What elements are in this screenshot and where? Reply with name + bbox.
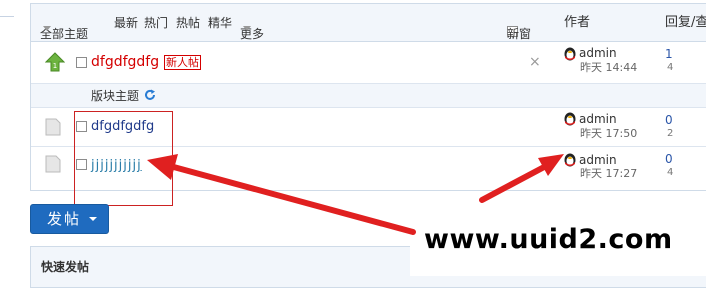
document-icon: [45, 155, 61, 173]
new-window-label: 新窗: [507, 27, 532, 41]
close-icon[interactable]: ×: [529, 54, 541, 70]
thread-checkbox[interactable]: [76, 57, 87, 68]
qq-penguin-avatar-icon: [564, 112, 576, 126]
reply-count[interactable]: 1: [665, 48, 673, 61]
watermark-text: www.uuid2.com: [424, 224, 673, 255]
author-name-link[interactable]: admin: [579, 112, 617, 126]
svg-text:1: 1: [53, 62, 57, 70]
watermark: www.uuid2.com: [410, 209, 706, 276]
quick-post-title: 快速发帖: [41, 260, 90, 274]
view-count: 4: [667, 62, 674, 73]
chevron-down-icon: [243, 26, 251, 31]
reply-view-column-header: 回复/查: [665, 15, 706, 30]
pin-up-arrow-icon: 1: [45, 52, 65, 72]
view-count: 2: [667, 128, 674, 139]
filter-hot[interactable]: 热门: [144, 15, 168, 31]
author-name-link[interactable]: admin: [579, 153, 617, 167]
chevron-down-icon[interactable]: [89, 217, 97, 221]
new-user-badge: 新人帖: [164, 55, 201, 70]
filter-hot-posts[interactable]: 热帖: [176, 15, 200, 31]
new-post-label: 发帖: [47, 210, 82, 228]
post-time: 昨天 17:50: [580, 127, 638, 140]
section-label: 版块主题: [91, 89, 140, 103]
highlight-box: [74, 111, 173, 206]
view-count: 4: [667, 167, 674, 178]
chevron-down-icon: [43, 26, 51, 31]
left-sidebar-edge: [0, 0, 20, 288]
author-name-link[interactable]: admin: [579, 46, 617, 60]
post-time: 昨天 17:27: [580, 167, 638, 180]
refresh-icon[interactable]: [144, 89, 156, 101]
reply-count[interactable]: 0: [665, 114, 673, 127]
post-time: 昨天 14:44: [580, 61, 638, 74]
section-separator-row: 版块主题: [31, 84, 706, 108]
thread-title-link[interactable]: dfgdfgdfg: [91, 53, 159, 71]
document-icon: [45, 118, 61, 136]
divider: [0, 16, 14, 17]
qq-penguin-avatar-icon: [564, 153, 576, 167]
filter-digest[interactable]: 精华: [208, 15, 232, 31]
reply-count[interactable]: 0: [665, 153, 673, 166]
pinned-thread-row: 1 dfgdfgdfg 新人帖 × admin 昨天 14:44 1 4: [31, 42, 706, 84]
thread-list-header: 全部主题 最新 热门 热帖 精华 更多 新窗 作者 回复/查: [31, 4, 706, 42]
filter-latest[interactable]: 最新: [114, 15, 138, 31]
qq-penguin-avatar-icon: [564, 47, 576, 61]
author-column-header: 作者: [564, 15, 591, 30]
new-post-button[interactable]: 发帖: [30, 204, 109, 234]
